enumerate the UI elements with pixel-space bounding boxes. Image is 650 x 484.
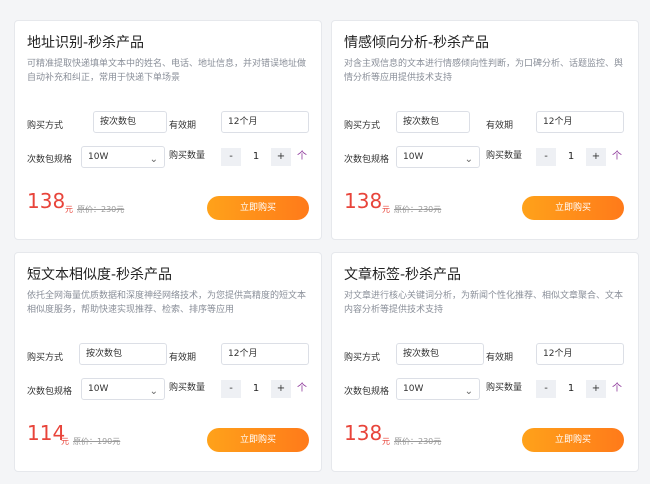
card-description: 依托全网海量优质数据和深度神经网络技术，为您提供高精度的短文本相似度服务，帮助快… [27, 291, 307, 315]
quantity-label: 购买数量 [486, 383, 523, 393]
decrement-button[interactable]: - [536, 380, 556, 398]
validity-label: 有效期 [486, 353, 514, 363]
validity-label: 有效期 [169, 353, 197, 363]
spec-select-value: 10W [88, 384, 109, 394]
card-description: 对含主观信息的文本进行情感倾向性判断，为口碑分析、话题监控、舆情分析等应用提供技… [344, 59, 624, 83]
spec-label: 次数包规格 [344, 387, 390, 397]
spec-label: 次数包规格 [344, 155, 390, 165]
spec-select[interactable]: 10W ⌄ [396, 378, 480, 400]
spec-label: 次数包规格 [27, 155, 73, 165]
card-description: 可精准提取快递填单文本中的姓名、电话、地址信息，并对错误地址做自动补充和纠正，常… [27, 59, 307, 83]
buy-method-field[interactable]: 按次数包 [79, 343, 167, 365]
validity-label: 有效期 [486, 121, 514, 131]
buy-now-button[interactable]: 立即购买 [522, 428, 624, 452]
quantity-label: 购买数量 [169, 151, 206, 161]
sale-price: 138 [27, 189, 66, 213]
price-unit: 元 [61, 437, 69, 446]
card-title: 情感倾向分析-秒杀产品 [344, 35, 490, 51]
buy-method-label: 购买方式 [344, 353, 381, 363]
original-price: 原价：230元 [77, 205, 125, 214]
sale-price: 138 [344, 421, 383, 445]
product-card: 短文本相似度-秒杀产品 依托全网海量优质数据和深度神经网络技术，为您提供高精度的… [14, 252, 322, 472]
spec-select-value: 10W [403, 152, 424, 162]
card-title: 文章标签-秒杀产品 [344, 267, 462, 283]
buy-method-field[interactable]: 按次数包 [396, 343, 484, 365]
validity-field[interactable]: 12个月 [536, 111, 624, 133]
card-title: 地址识别-秒杀产品 [27, 35, 145, 51]
quantity-value[interactable]: 1 [558, 380, 584, 398]
buy-method-label: 购买方式 [344, 121, 381, 131]
product-card: 地址识别-秒杀产品 可精准提取快递填单文本中的姓名、电话、地址信息，并对错误地址… [14, 20, 322, 240]
quantity-unit: 个 [612, 151, 622, 162]
original-price: 原价：230元 [394, 437, 442, 446]
product-card: 情感倾向分析-秒杀产品 对含主观信息的文本进行情感倾向性判断，为口碑分析、话题监… [331, 20, 639, 240]
buy-method-label: 购买方式 [27, 121, 64, 131]
price-unit: 元 [382, 205, 390, 214]
buy-now-button[interactable]: 立即购买 [207, 428, 309, 452]
spec-select[interactable]: 10W ⌄ [396, 146, 480, 168]
increment-button[interactable]: + [586, 148, 606, 166]
increment-button[interactable]: + [586, 380, 606, 398]
quantity-label: 购买数量 [486, 151, 523, 161]
validity-field[interactable]: 12个月 [536, 343, 624, 365]
chevron-down-icon: ⌄ [149, 386, 158, 397]
spec-select[interactable]: 10W ⌄ [81, 378, 165, 400]
buy-method-label: 购买方式 [27, 353, 64, 363]
validity-field[interactable]: 12个月 [221, 343, 309, 365]
quantity-value[interactable]: 1 [243, 380, 269, 398]
chevron-down-icon: ⌄ [464, 154, 473, 165]
increment-button[interactable]: + [271, 148, 291, 166]
quantity-stepper: - 1 + 个 [221, 380, 311, 398]
buy-now-button[interactable]: 立即购买 [207, 196, 309, 220]
sale-price: 114 [27, 421, 66, 445]
card-description: 对文章进行核心关键词分析，为新闻个性化推荐、相似文章聚合、文本内容分析等提供技术… [344, 291, 624, 315]
decrement-button[interactable]: - [221, 380, 241, 398]
decrement-button[interactable]: - [536, 148, 556, 166]
original-price: 原价：230元 [394, 205, 442, 214]
original-price: 原价：190元 [73, 437, 121, 446]
quantity-value[interactable]: 1 [558, 148, 584, 166]
quantity-unit: 个 [612, 383, 622, 394]
quantity-value[interactable]: 1 [243, 148, 269, 166]
spec-select-value: 10W [403, 384, 424, 394]
increment-button[interactable]: + [271, 380, 291, 398]
chevron-down-icon: ⌄ [149, 154, 158, 165]
chevron-down-icon: ⌄ [464, 386, 473, 397]
quantity-unit: 个 [297, 383, 307, 394]
buy-method-field[interactable]: 按次数包 [396, 111, 470, 133]
quantity-stepper: - 1 + 个 [221, 148, 311, 166]
quantity-stepper: - 1 + 个 [536, 380, 626, 398]
spec-select-value: 10W [88, 152, 109, 162]
buy-method-field[interactable]: 按次数包 [93, 111, 167, 133]
spec-label: 次数包规格 [27, 387, 73, 397]
buy-now-button[interactable]: 立即购买 [522, 196, 624, 220]
price-unit: 元 [65, 205, 73, 214]
card-title: 短文本相似度-秒杀产品 [27, 267, 173, 283]
spec-select[interactable]: 10W ⌄ [81, 146, 165, 168]
validity-label: 有效期 [169, 121, 197, 131]
product-card: 文章标签-秒杀产品 对文章进行核心关键词分析，为新闻个性化推荐、相似文章聚合、文… [331, 252, 639, 472]
quantity-label: 购买数量 [169, 383, 206, 393]
quantity-stepper: - 1 + 个 [536, 148, 626, 166]
product-grid: 地址识别-秒杀产品 可精准提取快递填单文本中的姓名、电话、地址信息，并对错误地址… [0, 0, 650, 484]
validity-field[interactable]: 12个月 [221, 111, 309, 133]
quantity-unit: 个 [297, 151, 307, 162]
price-unit: 元 [382, 437, 390, 446]
sale-price: 138 [344, 189, 383, 213]
decrement-button[interactable]: - [221, 148, 241, 166]
